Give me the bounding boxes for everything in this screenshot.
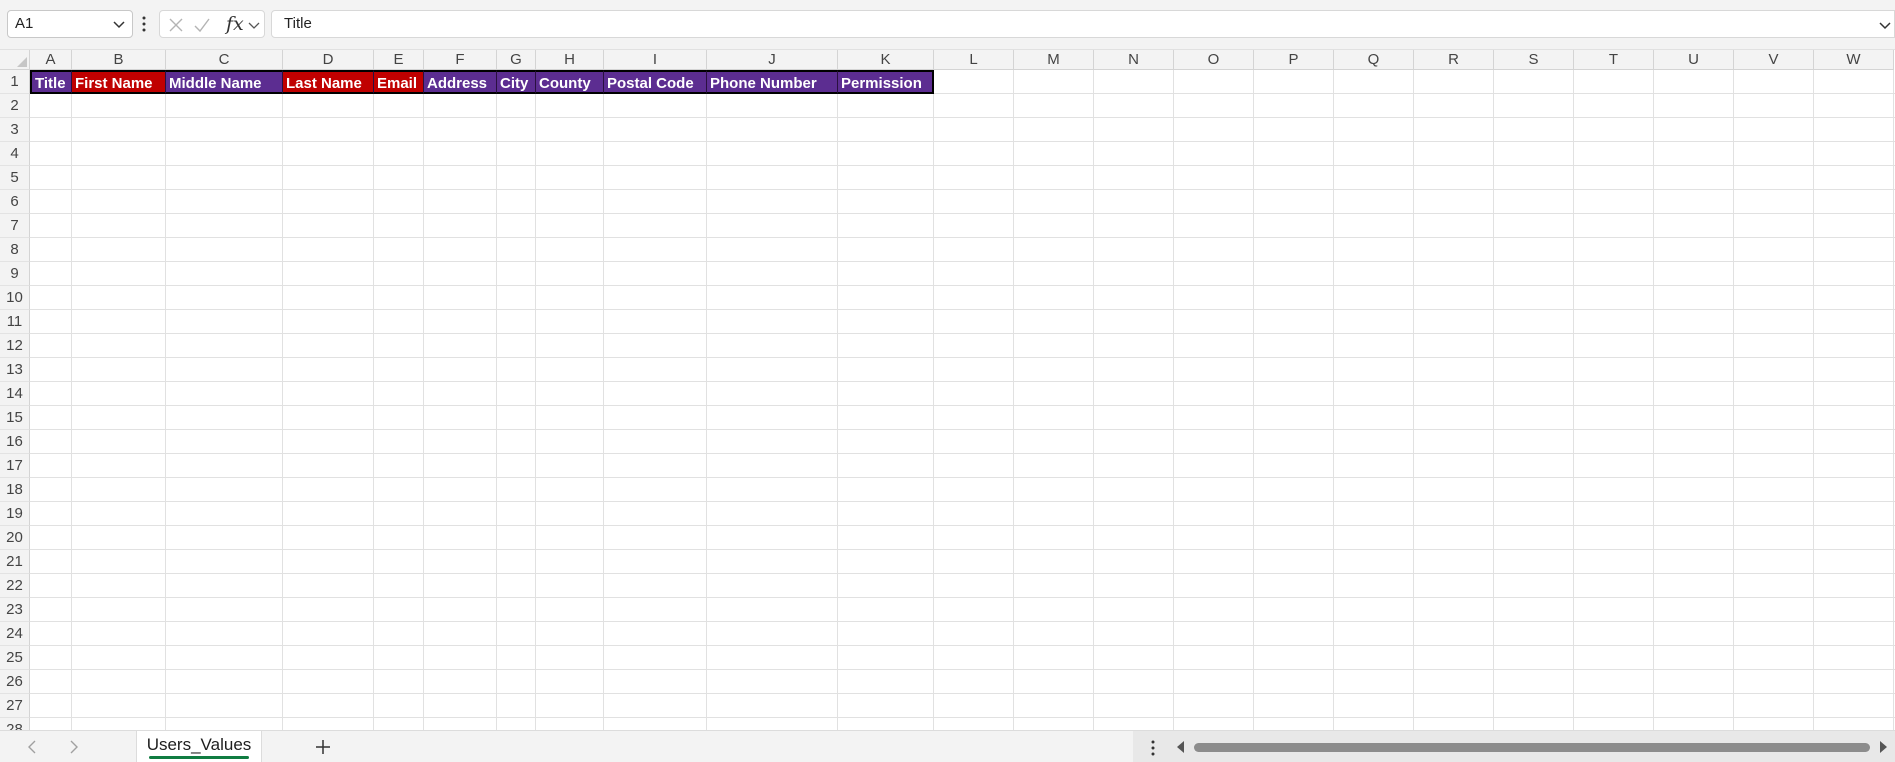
- row-header-1[interactable]: 1: [0, 70, 30, 94]
- column-header-v[interactable]: V: [1734, 50, 1814, 70]
- row-header-23[interactable]: 23: [0, 598, 30, 622]
- header-cell-j1[interactable]: Phone Number: [707, 70, 838, 94]
- row-header-10[interactable]: 10: [0, 286, 30, 310]
- row-header-11[interactable]: 11: [0, 310, 30, 334]
- column-header-m[interactable]: M: [1014, 50, 1094, 70]
- column-header-h[interactable]: H: [536, 50, 604, 70]
- header-cell-c1[interactable]: Middle Name: [166, 70, 283, 94]
- header-cell-a1[interactable]: Title: [30, 70, 72, 94]
- column-header-q[interactable]: Q: [1334, 50, 1414, 70]
- header-cell-d1[interactable]: Last Name: [283, 70, 374, 94]
- column-header-u[interactable]: U: [1654, 50, 1734, 70]
- add-sheet-icon[interactable]: [315, 739, 331, 755]
- row-header-24[interactable]: 24: [0, 622, 30, 646]
- chevron-down-icon[interactable]: [112, 17, 126, 31]
- column-header-i[interactable]: I: [604, 50, 707, 70]
- check-icon[interactable]: [194, 17, 210, 33]
- sheet-tab-label: Users_Values: [146, 735, 252, 754]
- select-all-corner[interactable]: [0, 50, 30, 70]
- row-header-25[interactable]: 25: [0, 646, 30, 670]
- row-header-15[interactable]: 15: [0, 406, 30, 430]
- column-header-a[interactable]: A: [30, 50, 72, 70]
- row-header-3[interactable]: 3: [0, 118, 30, 142]
- formula-controls: fx: [159, 10, 265, 38]
- select-all-triangle: [17, 57, 27, 67]
- column-header-s[interactable]: S: [1494, 50, 1574, 70]
- column-header-j[interactable]: J: [707, 50, 838, 70]
- formula-bar: A1 fx Title: [0, 0, 1895, 50]
- cancel-icon[interactable]: [168, 17, 184, 33]
- row-header-17[interactable]: 17: [0, 454, 30, 478]
- horizontal-scrollbar-thumb[interactable]: [1194, 743, 1870, 752]
- more-options-icon[interactable]: [1150, 739, 1156, 757]
- column-header-c[interactable]: C: [166, 50, 283, 70]
- scroll-left-icon[interactable]: [1176, 741, 1186, 753]
- row-header-7[interactable]: 7: [0, 214, 30, 238]
- sheet-tab-bar: Users_Values: [0, 730, 1895, 762]
- row-header-6[interactable]: 6: [0, 190, 30, 214]
- row-header-26[interactable]: 26: [0, 670, 30, 694]
- row-header-2[interactable]: 2: [0, 94, 30, 118]
- column-header-t[interactable]: T: [1574, 50, 1654, 70]
- sheet-tab-users-values[interactable]: Users_Values: [136, 731, 262, 762]
- column-header-p[interactable]: P: [1254, 50, 1334, 70]
- row-header-12[interactable]: 12: [0, 334, 30, 358]
- name-box-value: A1: [15, 15, 34, 32]
- column-header-n[interactable]: N: [1094, 50, 1174, 70]
- chevron-down-icon[interactable]: [248, 17, 260, 33]
- expand-formula-bar-icon[interactable]: [1878, 18, 1892, 32]
- column-header-b[interactable]: B: [72, 50, 166, 70]
- column-header-d[interactable]: D: [283, 50, 374, 70]
- column-header-w[interactable]: W: [1814, 50, 1894, 70]
- column-header-r[interactable]: R: [1414, 50, 1494, 70]
- formula-value: Title: [284, 15, 312, 32]
- column-header-g[interactable]: G: [497, 50, 536, 70]
- column-header-f[interactable]: F: [424, 50, 497, 70]
- column-header-e[interactable]: E: [374, 50, 424, 70]
- row-header-22[interactable]: 22: [0, 574, 30, 598]
- name-box[interactable]: A1: [7, 10, 133, 38]
- previous-sheet-icon[interactable]: [26, 740, 38, 754]
- header-cell-f1[interactable]: Address: [424, 70, 497, 94]
- row-header-16[interactable]: 16: [0, 430, 30, 454]
- row-header-14[interactable]: 14: [0, 382, 30, 406]
- row-header-28[interactable]: 28: [0, 718, 30, 730]
- column-header-l[interactable]: L: [934, 50, 1014, 70]
- header-cell-i1[interactable]: Postal Code: [604, 70, 707, 94]
- insert-function-button[interactable]: fx: [226, 13, 244, 35]
- row-header-20[interactable]: 20: [0, 526, 30, 550]
- gridlines: [30, 70, 1895, 730]
- header-cell-e1[interactable]: Email: [374, 70, 424, 94]
- row-header-18[interactable]: 18: [0, 478, 30, 502]
- scroll-right-icon[interactable]: [1878, 741, 1888, 753]
- row-header-9[interactable]: 9: [0, 262, 30, 286]
- formula-input[interactable]: Title: [271, 10, 1895, 38]
- row-header-27[interactable]: 27: [0, 694, 30, 718]
- row-header-5[interactable]: 5: [0, 166, 30, 190]
- row-header-13[interactable]: 13: [0, 358, 30, 382]
- column-header-k[interactable]: K: [838, 50, 934, 70]
- active-tab-indicator: [149, 756, 249, 759]
- row-header-19[interactable]: 19: [0, 502, 30, 526]
- next-sheet-icon[interactable]: [68, 740, 80, 754]
- column-header-o[interactable]: O: [1174, 50, 1254, 70]
- row-header-21[interactable]: 21: [0, 550, 30, 574]
- header-cell-k1[interactable]: Permission: [838, 70, 934, 94]
- header-cell-g1[interactable]: City: [497, 70, 536, 94]
- row-header-8[interactable]: 8: [0, 238, 30, 262]
- header-cell-b1[interactable]: First Name: [72, 70, 166, 94]
- more-options-icon[interactable]: [141, 14, 147, 34]
- header-cell-h1[interactable]: County: [536, 70, 604, 94]
- row-header-4[interactable]: 4: [0, 142, 30, 166]
- spreadsheet-grid[interactable]: ABCDEFGHIJKLMNOPQRSTUVW 1 2 3 4 5 6 7 8 9 10 11 12 1…: [0, 50, 1895, 730]
